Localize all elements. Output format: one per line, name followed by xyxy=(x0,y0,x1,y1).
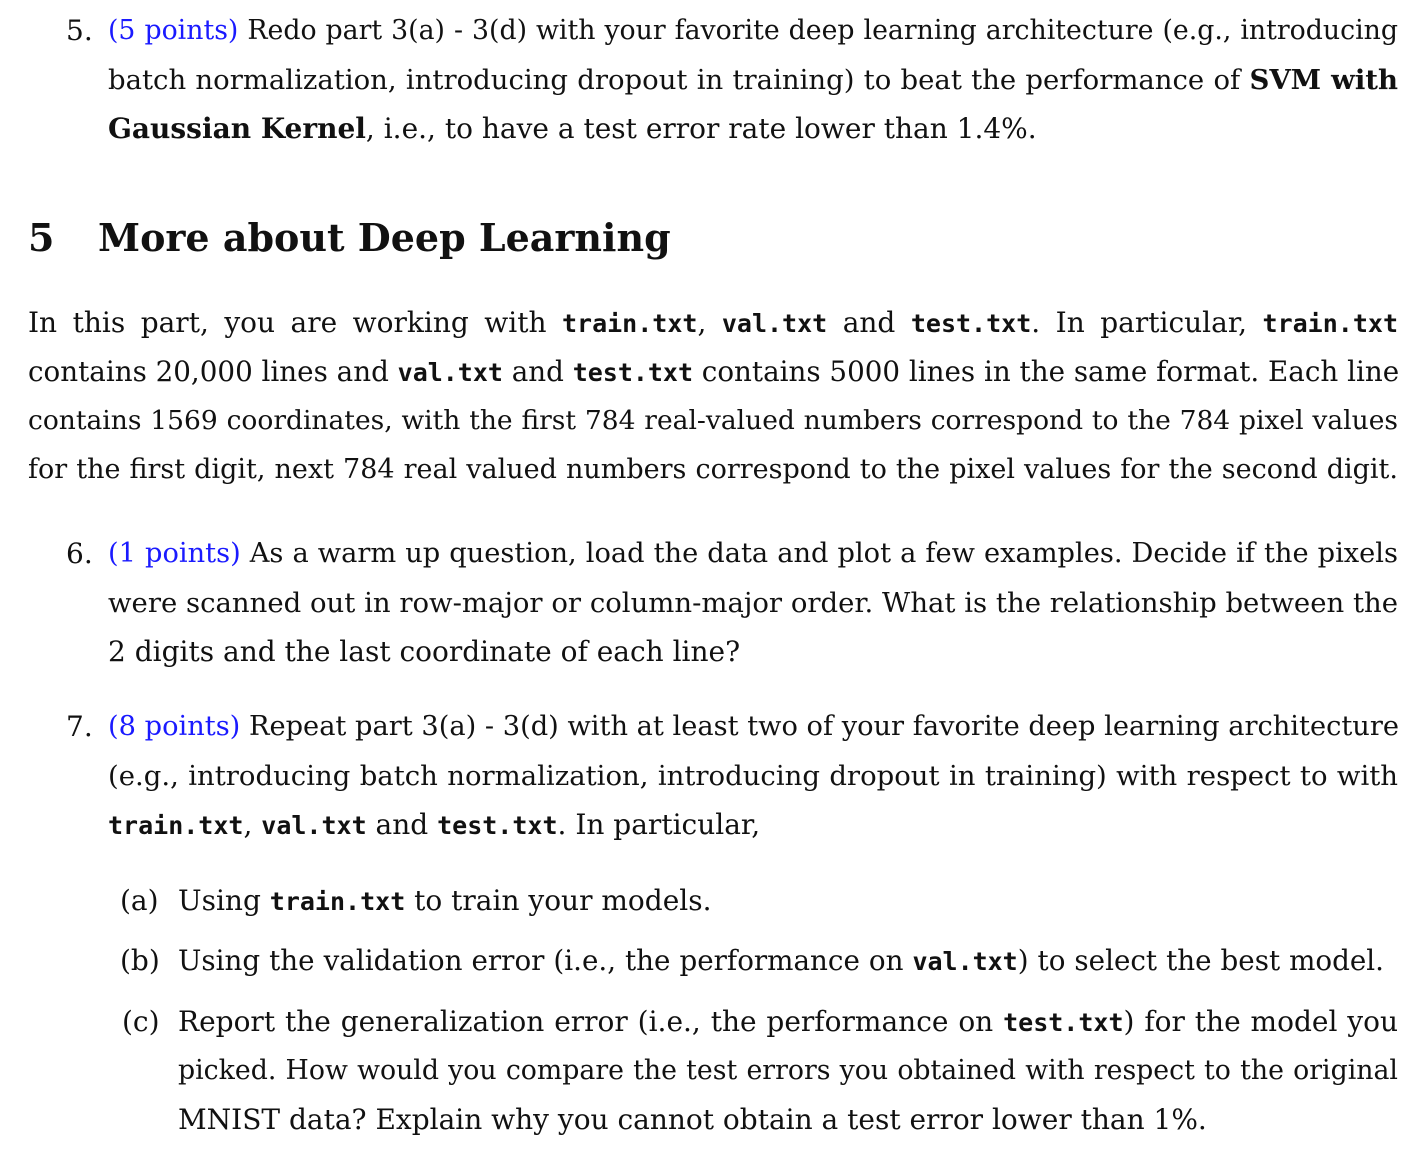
code-test-txt: test.txt xyxy=(1003,1008,1124,1037)
subitem-a-label: (a) xyxy=(120,884,159,917)
item-5-text-1: Redo part 3(a) - 3(d) with your favorite… xyxy=(238,15,1398,46)
code-test-txt: test.txt xyxy=(437,811,558,840)
item-6-line-3: 2 digits and the last coordinate of each… xyxy=(108,635,741,668)
code-train-txt: train.txt xyxy=(561,309,698,338)
item-6-line-1: (1 points) As a warm up question, load t… xyxy=(108,537,1398,571)
item-5-line-2: batch normalization, introducing dropout… xyxy=(108,63,1398,97)
intro-text-4: contains 5000 lines in the same format. … xyxy=(692,355,1400,388)
intro-comma: , xyxy=(697,306,722,339)
section-title: More about Deep Learning xyxy=(98,215,671,260)
item-5-line-1: (5 points) Redo part 3(a) - 3(d) with yo… xyxy=(108,14,1398,48)
item-6-text-1: As a warm up question, load the data and… xyxy=(240,538,1398,569)
item-7-line-3: train.txt, val.txt and test.txt. In part… xyxy=(108,808,760,843)
item-5-text-2: batch normalization, introducing dropout… xyxy=(108,64,1250,96)
item-5-bold-kernel: Gaussian Kernel xyxy=(108,112,366,145)
subitem-b-label: (b) xyxy=(120,944,160,977)
code-train-txt: train.txt xyxy=(1262,309,1398,338)
item-7-comma: , xyxy=(243,808,262,841)
intro-text-3: contains 20,000 lines and xyxy=(28,355,398,388)
intro-and: and xyxy=(502,355,573,388)
item-6-line-2: were scanned out in row-major or column-… xyxy=(108,587,1398,619)
intro-and: and xyxy=(827,306,911,339)
code-val-txt: val.txt xyxy=(261,811,367,840)
item-5-text-3: , i.e., to have a test error rate lower … xyxy=(365,112,1037,145)
subitem-a-text-2: to train your models. xyxy=(405,884,712,917)
item-7-points: (8 points) xyxy=(108,711,241,742)
subitem-c-line-3: MNIST data? Explain why you cannot obtai… xyxy=(178,1103,1207,1136)
code-val-txt: val.txt xyxy=(912,947,1018,976)
subitem-b-text-1: Using the validation error (i.e., the pe… xyxy=(178,944,913,977)
intro-line-4: for the first digit, next 784 real value… xyxy=(28,454,1398,485)
subitem-a-text: Using train.txt to train your models. xyxy=(178,884,712,919)
item-5-bold-svm: SVM with xyxy=(1249,64,1398,96)
subitem-c-label: (c) xyxy=(122,1005,160,1038)
item-7-and: and xyxy=(366,808,438,841)
subitem-b-text: Using the validation error (i.e., the pe… xyxy=(178,944,1384,979)
code-train-txt: train.txt xyxy=(108,811,244,840)
item-7-line-1: (8 points) Repeat part 3(a) - 3(d) with … xyxy=(108,710,1399,744)
code-val-txt: val.txt xyxy=(721,309,828,338)
document-page: 5. (5 points) Redo part 3(a) - 3(d) with… xyxy=(0,0,1424,1156)
item-7-number: 7. xyxy=(66,710,93,743)
item-6-number: 6. xyxy=(66,537,93,570)
subitem-c-line-1: Report the generalization error (i.e., t… xyxy=(178,1005,1398,1040)
subitem-b-text-2: ) to select the best model. xyxy=(1017,944,1385,977)
subitem-c-text-2: ) for the model you xyxy=(1123,1005,1398,1038)
section-number: 5 xyxy=(28,215,55,260)
item-6-points: (1 points) xyxy=(108,538,241,569)
item-7-text-1: Repeat part 3(a) - 3(d) with at least tw… xyxy=(240,711,1399,742)
subitem-c-line-2: picked. How would you compare the test e… xyxy=(178,1055,1398,1086)
code-test-txt: test.txt xyxy=(572,358,693,387)
item-5-line-3: Gaussian Kernel, i.e., to have a test er… xyxy=(108,112,1037,146)
code-val-txt: val.txt xyxy=(397,358,503,387)
code-test-txt: test.txt xyxy=(910,309,1032,338)
item-5-points: (5 points) xyxy=(108,15,239,46)
subitem-a-text-1: Using xyxy=(178,884,270,917)
item-7-line-2: (e.g., introducing batch normalization, … xyxy=(108,760,1398,792)
intro-line-2: contains 20,000 lines and val.txt and te… xyxy=(28,355,1400,390)
item-5-number: 5. xyxy=(66,14,93,47)
intro-line-3: contains 1569 coordinates, with the firs… xyxy=(28,405,1398,436)
intro-text-2: . In particular, xyxy=(1031,306,1263,339)
item-7-text-3: . In particular, xyxy=(557,808,761,841)
code-train-txt: train.txt xyxy=(269,887,406,916)
subitem-c-text-1: Report the generalization error (i.e., t… xyxy=(178,1005,1004,1038)
intro-line-1: In this part, you are working with train… xyxy=(28,306,1398,341)
intro-text-1: In this part, you are working with xyxy=(28,306,562,339)
